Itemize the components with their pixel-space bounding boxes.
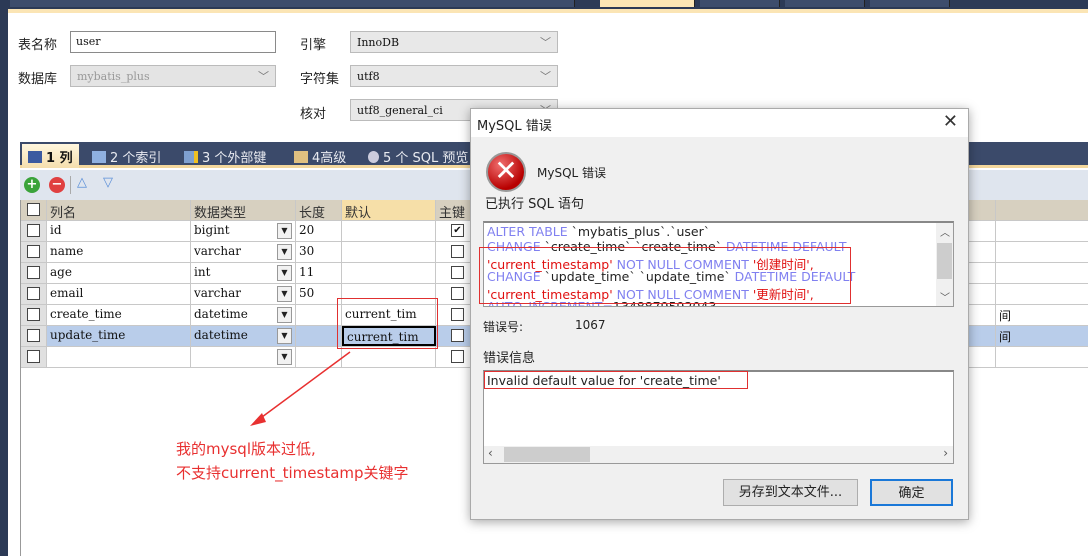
scroll-thumb[interactable] (504, 447, 590, 462)
dialog-title: MySQL 错误 (477, 119, 552, 134)
error-number-label: 错误号: (483, 320, 524, 334)
scroll-left-icon[interactable]: ‹ (488, 446, 493, 460)
save-to-text-file-button[interactable]: 另存到文本文件... (723, 479, 858, 506)
scroll-thumb[interactable] (937, 243, 952, 279)
annotation-line-2: 不支持current_timestamp关键字 (176, 464, 409, 482)
dialog-heading: MySQL 错误 (537, 166, 607, 180)
sql-identifier: `mybatis_plus`.`user` (571, 224, 711, 239)
dialog-title-bar: MySQL 错误 (471, 109, 968, 137)
scroll-down-icon[interactable]: ﹀ (940, 289, 950, 304)
sql-label: 已执行 SQL 语句 (485, 197, 584, 212)
ok-button[interactable]: 确定 (870, 479, 953, 506)
highlight-sql (479, 247, 851, 304)
highlight-error-message (484, 371, 748, 389)
error-number: 1067 (575, 318, 606, 332)
error-info-label: 错误信息 (483, 351, 536, 366)
scroll-right-icon[interactable]: › (943, 446, 948, 460)
vertical-scrollbar[interactable]: ︿ ﹀ (936, 223, 953, 306)
error-icon: ✕ (486, 152, 526, 192)
horizontal-scrollbar[interactable]: ‹ › (484, 446, 953, 463)
mysql-error-dialog: MySQL 错误 ✕ ✕ MySQL 错误 已执行 SQL 语句 ALTER T… (470, 108, 969, 520)
annotation-line-1: 我的mysql版本过低, (176, 440, 316, 458)
sql-keyword: ALTER TABLE (487, 224, 572, 239)
arrow-line (257, 351, 351, 421)
close-icon[interactable]: ✕ (943, 111, 958, 132)
sql-line: ALTER TABLE `mybatis_plus`.`user` (487, 224, 710, 239)
scroll-up-icon[interactable]: ︿ (940, 224, 950, 239)
